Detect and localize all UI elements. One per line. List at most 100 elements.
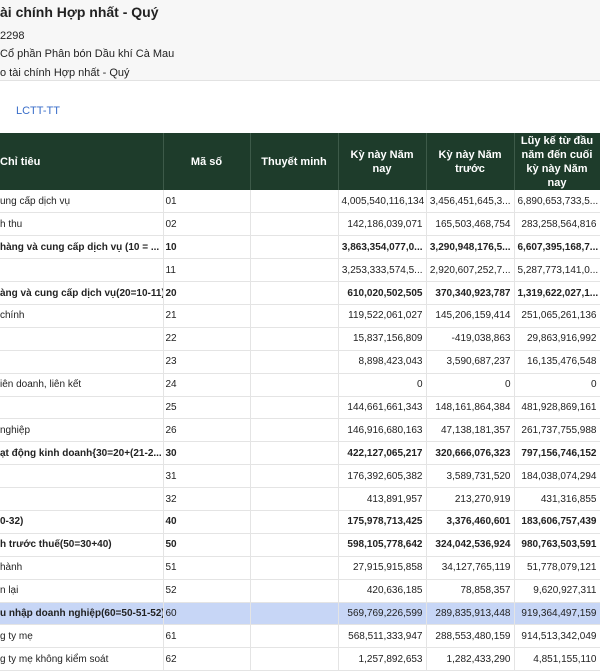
row-note: [250, 373, 339, 397]
row-indicator-name: g ty mẹ: [0, 624, 164, 649]
row-prior-value: 289,835,913,448: [426, 602, 515, 626]
row-indicator-name: h thu: [0, 212, 164, 237]
table-row[interactable]: 22 15,837,156,809 -419,038,863 29,863,916,9…: [0, 327, 600, 351]
row-prior-value: 165,503,468,754: [426, 212, 515, 237]
table-row[interactable]: g ty mẹ 61 568,511,333,947 288,553,480,159 9…: [0, 624, 600, 649]
table-row[interactable]: 0-32) 40 175,978,713,425 3,376,460,601 183,6…: [0, 510, 600, 534]
row-code: 31: [163, 464, 251, 489]
row-note: [250, 441, 339, 466]
table-row[interactable]: àng và cung cấp dịch vụ(20=10-11) 20 610,0…: [0, 281, 600, 305]
row-current-value: 15,837,156,809: [338, 327, 427, 351]
row-code: 22: [163, 327, 251, 351]
row-prior-value: 370,340,923,787: [426, 281, 515, 305]
col-header-prior-period[interactable]: Kỳ này Năm trước: [426, 133, 515, 190]
row-code: 61: [163, 624, 251, 649]
row-current-value: 146,916,680,163: [338, 418, 427, 443]
row-prior-value: 288,553,480,159: [426, 624, 515, 649]
row-prior-value: 3,456,451,645,3...: [426, 190, 515, 214]
row-prior-value: 3,589,731,520: [426, 464, 515, 489]
row-current-value: 0: [338, 373, 427, 397]
row-indicator-name: n lại: [0, 579, 164, 603]
row-ytd-value: 6,607,395,168,7...: [514, 235, 600, 260]
row-note: [250, 418, 339, 443]
row-note: [250, 258, 339, 283]
row-note: [250, 624, 339, 649]
row-note: [250, 304, 339, 328]
row-note: [250, 487, 339, 511]
row-current-value: 3,863,354,077,0...: [338, 235, 427, 260]
col-header-ytd[interactable]: Lũy kế từ đầu năm đến cuối kỳ này Năm na…: [514, 133, 600, 190]
table-row[interactable]: chính 21 119,522,061,027 145,206,159,414 251…: [0, 304, 600, 328]
row-code: 01: [163, 190, 251, 214]
row-ytd-value: 29,863,916,992: [514, 327, 600, 351]
row-code: 52: [163, 579, 251, 603]
row-code: 10: [163, 235, 251, 260]
row-code: 62: [163, 647, 251, 671]
table-row[interactable]: iên doanh, liên kết 24 0 0 0: [0, 373, 600, 397]
row-ytd-value: 51,778,079,121: [514, 556, 600, 580]
row-indicator-name: nghiệp: [0, 418, 164, 443]
table-row[interactable]: 11 3,253,333,574,5... 2,920,607,252,7... 5,…: [0, 258, 600, 283]
table-row[interactable]: ạt động kinh doanh{30=20+(21-2... 30 422,1…: [0, 441, 600, 466]
col-header-indicator[interactable]: Chỉ tiêu: [0, 133, 164, 190]
row-ytd-value: 431,316,855: [514, 487, 600, 511]
table-row[interactable]: h trước thuế(50=30+40) 50 598,105,778,642 3…: [0, 533, 600, 557]
row-prior-value: 0: [426, 373, 515, 397]
row-code: 20: [163, 281, 251, 305]
row-prior-value: -419,038,863: [426, 327, 515, 351]
row-code: 11: [163, 258, 251, 283]
report-type: o tài chính Hợp nhất - Quý: [0, 67, 130, 79]
company-name: Cổ phần Phân bón Dầu khí Cà Mau: [0, 48, 175, 60]
row-indicator-name: hàng và cung cấp dịch vụ (10 = ...: [0, 235, 164, 260]
row-note: [250, 602, 339, 626]
row-ytd-value: 261,737,755,988: [514, 418, 600, 443]
table-row[interactable]: 23 8,898,423,043 3,590,687,237 16,135,476,5…: [0, 350, 600, 374]
row-current-value: 420,636,185: [338, 579, 427, 603]
row-note: [250, 281, 339, 305]
table-row[interactable]: hàng và cung cấp dịch vụ (10 = ... 10 3,86…: [0, 235, 600, 260]
table-header-row: Chỉ tiêu Mã số Thuyết minh Kỳ này Năm na…: [0, 133, 600, 190]
row-prior-value: 324,042,536,924: [426, 533, 515, 557]
income-statement-table: Chỉ tiêu Mã số Thuyết minh Kỳ này Năm na…: [0, 133, 600, 671]
row-current-value: 568,511,333,947: [338, 624, 427, 649]
table-row[interactable]: h thu 02 142,186,039,071 165,503,468,754 283…: [0, 212, 600, 237]
table-row[interactable]: n lại 52 420,636,185 78,858,357 9,620,927,31…: [0, 579, 600, 603]
row-note: [250, 396, 339, 420]
row-ytd-value: 184,038,074,294: [514, 464, 600, 489]
row-prior-value: 2,920,607,252,7...: [426, 258, 515, 283]
row-indicator-name: [0, 258, 164, 283]
table-row[interactable]: hành 51 27,915,915,858 34,127,765,119 51,778…: [0, 556, 600, 580]
row-note: [250, 235, 339, 260]
col-header-note[interactable]: Thuyết minh: [250, 133, 339, 190]
col-header-code[interactable]: Mã số: [163, 133, 251, 190]
row-current-value: 422,127,065,217: [338, 441, 427, 466]
row-indicator-name: [0, 350, 164, 374]
row-indicator-name: ung cấp dịch vụ: [0, 190, 164, 214]
table-row[interactable]: 25 144,661,661,343 148,161,864,384 481,928,…: [0, 396, 600, 420]
table-row[interactable]: ung cấp dịch vụ 01 4,005,540,116,134 3,456,…: [0, 190, 600, 214]
tab-lctt-tt[interactable]: LCTT-TT: [16, 105, 60, 117]
row-indicator-name: [0, 464, 164, 489]
row-note: [250, 464, 339, 489]
row-indicator-name: ạt động kinh doanh{30=20+(21-2...: [0, 441, 164, 466]
row-code: 40: [163, 510, 251, 534]
row-note: [250, 579, 339, 603]
row-ytd-value: 283,258,564,816: [514, 212, 600, 237]
table-row[interactable]: 32 413,891,957 213,270,919 431,316,855: [0, 487, 600, 511]
row-prior-value: 3,376,460,601: [426, 510, 515, 534]
table-row[interactable]: 31 176,392,605,382 3,589,731,520 184,038,07…: [0, 464, 600, 489]
table-row[interactable]: nghiệp 26 146,916,680,163 47,138,181,357 261…: [0, 418, 600, 443]
table-row[interactable]: g ty mẹ không kiểm soát 62 1,257,892,653 1,…: [0, 647, 600, 671]
row-prior-value: 3,590,687,237: [426, 350, 515, 374]
row-current-value: 1,257,892,653: [338, 647, 427, 671]
table-row[interactable]: u nhập doanh nghiệp(60=50-51-52) 60 569,76…: [0, 602, 600, 626]
row-ytd-value: 914,513,342,049: [514, 624, 600, 649]
table-body: ung cấp dịch vụ 01 4,005,540,116,134 3,456,…: [0, 190, 600, 671]
row-ytd-value: 1,319,622,027,1...: [514, 281, 600, 305]
row-indicator-name: 0-32): [0, 510, 164, 534]
row-code: 26: [163, 418, 251, 443]
col-header-current-period[interactable]: Kỳ này Năm nay: [338, 133, 427, 190]
row-current-value: 4,005,540,116,134: [338, 190, 427, 214]
row-indicator-name: g ty mẹ không kiểm soát: [0, 647, 164, 671]
row-prior-value: 145,206,159,414: [426, 304, 515, 328]
